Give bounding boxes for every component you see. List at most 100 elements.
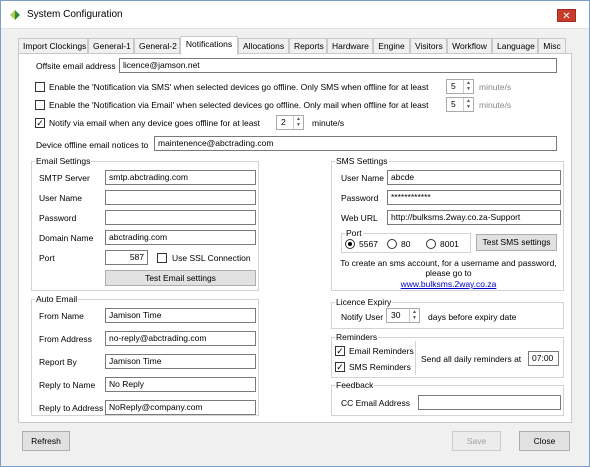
from-address-label: From Address xyxy=(39,334,92,344)
port-8001-radio[interactable] xyxy=(426,239,436,249)
notify-sms-label: Enable the 'Notification via SMS' when s… xyxy=(49,82,429,92)
email-reminders-checkbox[interactable]: ✓ xyxy=(335,346,345,356)
notify-email-checkbox[interactable] xyxy=(35,100,45,110)
tab-allocations[interactable]: Allocations xyxy=(238,38,289,54)
licence-expiry-suffix: days before expiry date xyxy=(428,312,517,322)
tab-hardware[interactable]: Hardware xyxy=(327,38,373,54)
email-user-name-input[interactable] xyxy=(105,190,256,205)
close-button[interactable]: Close xyxy=(519,431,570,451)
use-ssl-checkbox[interactable] xyxy=(157,253,167,263)
refresh-button[interactable]: Refresh xyxy=(22,431,70,451)
notify-sms-minutes-value: 5 xyxy=(451,81,456,91)
tab-language[interactable]: Language xyxy=(492,38,538,54)
device-offline-label: Device offline email notices to xyxy=(36,140,149,150)
spin-arrows-icon[interactable]: ▲ ▼ xyxy=(293,116,303,129)
email-settings-group: Email Settings SMTP Server smtp.abctradi… xyxy=(31,156,259,291)
feedback-group: Feedback CC Email Address xyxy=(331,380,564,416)
reply-to-address-label: Reply to Address xyxy=(39,403,104,413)
spin-arrows-icon[interactable]: ▲ ▼ xyxy=(463,98,473,111)
from-address-input[interactable]: no-reply@abctrading.com xyxy=(105,331,256,346)
reminders-group: Reminders ✓ Email Reminders ✓ SMS Remind… xyxy=(331,332,564,378)
device-offline-email-input[interactable]: maintenence@abctrading.com xyxy=(154,136,557,151)
bulksms-link[interactable]: www.bulksms.2way.co.za xyxy=(336,279,561,289)
email-reminders-label: Email Reminders xyxy=(349,346,414,356)
offsite-email-input[interactable]: licence@jamson.net xyxy=(119,58,557,73)
sms-settings-title: SMS Settings xyxy=(335,156,389,166)
sms-user-name-input[interactable]: abcde xyxy=(387,170,561,185)
spin-arrows-icon[interactable]: ▲ ▼ xyxy=(409,309,419,322)
from-name-input[interactable]: Jamison Time xyxy=(105,308,256,323)
tab-misc[interactable]: Misc xyxy=(538,38,566,54)
app-icon xyxy=(10,10,20,20)
port-5567-label: 5567 xyxy=(359,239,378,249)
email-password-label: Password xyxy=(39,213,77,223)
notifications-panel: Offsite email address licence@jamson.net… xyxy=(18,53,572,423)
close-window-button[interactable]: ✕ xyxy=(557,9,576,22)
notify-email-unit: minute/s xyxy=(479,100,512,110)
sms-settings-group: SMS Settings User Name abcde Password **… xyxy=(331,156,564,291)
reply-to-name-label: Reply to Name xyxy=(39,380,96,390)
tab-notifications[interactable]: Notifications xyxy=(180,36,238,55)
title-bar: System Configuration ✕ xyxy=(1,1,589,29)
email-password-input[interactable] xyxy=(105,210,256,225)
from-name-label: From Name xyxy=(39,311,84,321)
test-sms-settings-button[interactable]: Test SMS settings xyxy=(476,234,557,251)
cc-email-input[interactable] xyxy=(418,395,561,410)
reply-to-address-input[interactable]: NoReply@company.com xyxy=(105,400,256,415)
email-settings-title: Email Settings xyxy=(35,156,92,166)
notify-any-unit: minute/s xyxy=(312,118,345,128)
reminder-time-input[interactable]: 07:00 xyxy=(528,351,559,366)
smtp-server-label: SMTP Server xyxy=(39,173,90,183)
web-url-label: Web URL xyxy=(341,213,378,223)
test-email-settings-button[interactable]: Test Email settings xyxy=(105,270,256,286)
licence-expiry-title: Licence Expiry xyxy=(335,297,393,307)
sms-reminders-label: SMS Reminders xyxy=(349,362,411,372)
auto-email-title: Auto Email xyxy=(35,294,79,304)
reminders-divider xyxy=(415,341,416,375)
tab-workflow[interactable]: Workflow xyxy=(447,38,492,54)
notify-sms-unit: minute/s xyxy=(479,82,512,92)
report-by-input[interactable]: Jamison Time xyxy=(105,354,256,369)
licence-expiry-group: Licence Expiry Notify User 30 ▲ ▼ days be… xyxy=(331,297,564,329)
notify-any-minutes-value: 2 xyxy=(281,117,286,127)
port-5567-radio[interactable] xyxy=(345,239,355,249)
sms-password-label: Password xyxy=(341,193,379,203)
save-button[interactable]: Save xyxy=(452,431,501,451)
tab-visitors[interactable]: Visitors xyxy=(410,38,447,54)
notify-sms-checkbox[interactable] xyxy=(35,82,45,92)
sms-password-input[interactable]: ************ xyxy=(387,190,561,205)
tab-engine[interactable]: Engine xyxy=(373,38,410,54)
notify-any-label: Notify via email when any device goes of… xyxy=(49,118,261,128)
sms-port-title: Port xyxy=(345,228,363,238)
spin-arrows-icon[interactable]: ▲ ▼ xyxy=(463,80,473,93)
reply-to-name-input[interactable]: No Reply xyxy=(105,377,256,392)
notify-any-checkbox[interactable]: ✓ xyxy=(35,118,45,128)
smtp-server-input[interactable]: smtp.abctrading.com xyxy=(105,170,256,185)
radio-selected-dot xyxy=(348,242,352,246)
tab-general-2[interactable]: General-2 xyxy=(134,38,180,54)
web-url-input[interactable]: http://bulksms.2way.co.za-Support xyxy=(387,210,561,225)
notify-email-minutes-stepper[interactable]: 5 ▲ ▼ xyxy=(446,97,474,112)
sms-reminders-checkbox[interactable]: ✓ xyxy=(335,362,345,372)
email-port-input[interactable]: 587 xyxy=(105,250,148,265)
port-80-radio[interactable] xyxy=(387,239,397,249)
sms-port-group: Port 5567 80 8001 xyxy=(341,228,471,253)
domain-name-input[interactable]: abctrading.com xyxy=(105,230,256,245)
licence-expiry-days-stepper[interactable]: 30 ▲ ▼ xyxy=(386,308,420,323)
email-port-label: Port xyxy=(39,253,55,263)
report-by-label: Report By xyxy=(39,357,77,367)
notify-any-minutes-stepper[interactable]: 2 ▲ ▼ xyxy=(276,115,304,130)
notify-sms-minutes-stepper[interactable]: 5 ▲ ▼ xyxy=(446,79,474,94)
sms-info-text: To create an sms account, for a username… xyxy=(340,258,557,278)
send-reminders-label: Send all daily reminders at xyxy=(421,354,522,364)
system-configuration-window: System Configuration ✕ Import Clockings … xyxy=(0,0,590,467)
auto-email-group: Auto Email From Name Jamison Time From A… xyxy=(31,294,259,416)
port-8001-label: 8001 xyxy=(440,239,459,249)
tab-import-clockings[interactable]: Import Clockings xyxy=(18,38,88,54)
notify-email-minutes-value: 5 xyxy=(451,99,456,109)
tab-reports[interactable]: Reports xyxy=(289,38,327,54)
licence-expiry-days-value: 30 xyxy=(391,310,401,320)
reminders-title: Reminders xyxy=(335,332,379,342)
cc-email-label: CC Email Address xyxy=(341,398,410,408)
tab-general-1[interactable]: General-1 xyxy=(88,38,134,54)
